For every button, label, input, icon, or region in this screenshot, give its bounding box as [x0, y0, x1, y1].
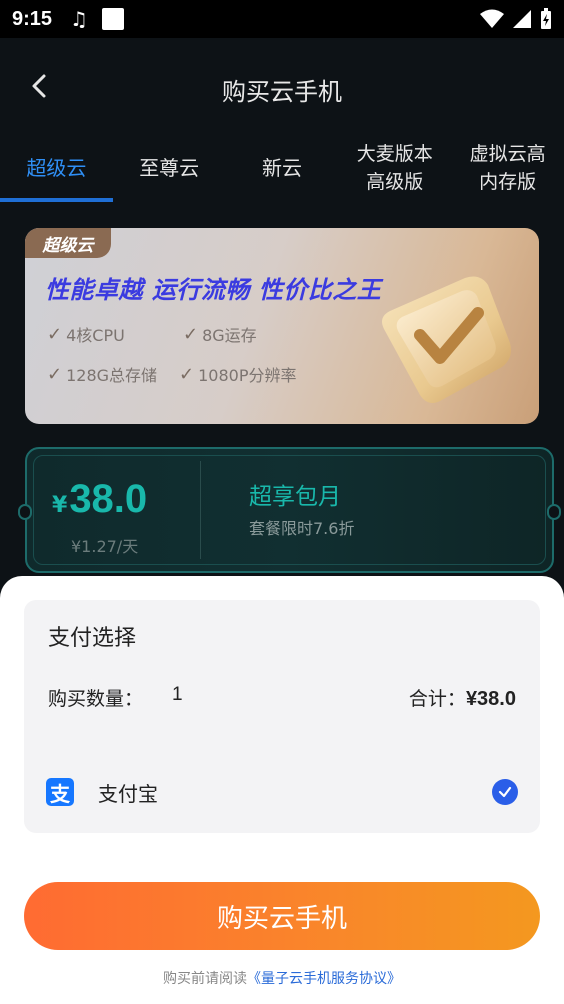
payment-method-alipay[interactable]: 支 支付宝: [46, 772, 518, 812]
tab-damai-advanced[interactable]: 大麦版本 高级版: [338, 136, 451, 200]
status-time: 9:15: [12, 7, 53, 30]
feature-label: 128G总存储: [66, 366, 158, 385]
feature-resolution: ✓ 1080P分辨率: [179, 362, 296, 386]
feature-cpu: ✓ 4核CPU: [47, 322, 125, 346]
tab-virtual-high-memory[interactable]: 虚拟云高 内存版: [451, 136, 564, 200]
shield-check-icon: [370, 263, 520, 413]
divider: [200, 461, 201, 559]
payment-panel: 支付选择 购买数量： 1 合计： ¥38.0 支 支付宝: [24, 600, 540, 833]
signal-icon: [513, 10, 531, 28]
tab-supreme-cloud[interactable]: 至尊云: [113, 136, 226, 200]
quantity-label: 购买数量：: [48, 688, 144, 710]
agreement-prefix: 购买前请阅读: [163, 971, 247, 987]
banner-headline: 性能卓越 运行流畅 性价比之王: [45, 276, 382, 304]
daily-price: ¥1.27/天: [71, 537, 139, 556]
check-icon: ✓: [183, 323, 199, 345]
battery-icon: [541, 8, 551, 29]
price: ¥ 38.0: [52, 477, 147, 522]
page-title: 购买云手机: [222, 78, 342, 106]
notification-icon: [101, 8, 124, 30]
quantity-value: 1: [172, 684, 183, 705]
header: 购买云手机: [0, 38, 564, 136]
selected-check-icon[interactable]: [492, 779, 518, 805]
plan-banner: 超级云 性能卓越 运行流畅 性价比之王 ✓ 4核CPU ✓ 8G运存 ✓ 128…: [25, 228, 539, 424]
payment-method-label: 支付宝: [98, 781, 158, 806]
card-notch-right: [547, 504, 561, 520]
service-agreement-link[interactable]: 《量子云手机服务协议》: [247, 971, 401, 987]
agreement-text: 购买前请阅读《量子云手机服务协议》: [0, 968, 564, 988]
total-amount: ¥38.0: [465, 688, 516, 710]
check-icon: ✓: [47, 363, 63, 385]
alipay-icon: 支: [46, 778, 74, 806]
tab-new-cloud[interactable]: 新云: [226, 136, 339, 200]
feature-label: 1080P分辨率: [198, 366, 297, 385]
currency-symbol: ¥: [52, 493, 68, 518]
payment-sheet: 支付选择 购买数量： 1 合计： ¥38.0 支 支付宝 购买云手机 购买前请阅…: [0, 576, 564, 1004]
check-icon: ✓: [179, 363, 195, 385]
feature-storage: ✓ 128G总存储: [47, 362, 157, 386]
plan-discount: 套餐限时7.6折: [249, 519, 355, 538]
card-notch-left: [18, 504, 32, 520]
price-card[interactable]: ¥ 38.0 ¥1.27/天 超享包月 套餐限时7.6折: [18, 447, 561, 573]
total-label: 合计：: [408, 688, 466, 710]
status-icons: [480, 8, 552, 30]
status-bar: 9:15 ♫: [0, 0, 564, 38]
tab-super-cloud[interactable]: 超级云: [0, 136, 113, 202]
total: 合计： ¥38.0: [409, 684, 516, 711]
buy-button[interactable]: 购买云手机: [24, 882, 540, 950]
plan-tabs: 超级云 至尊云 新云 大麦版本 高级版 虚拟云高 内存版: [0, 136, 564, 202]
feature-label: 8G运存: [202, 326, 257, 345]
check-icon: ✓: [47, 323, 63, 345]
price-value: 38.0: [69, 477, 148, 521]
feature-label: 4核CPU: [66, 326, 125, 345]
payment-title: 支付选择: [48, 626, 137, 651]
wifi-icon: [480, 9, 504, 28]
banner-tag: 超级云: [25, 228, 111, 258]
feature-ram: ✓ 8G运存: [183, 322, 257, 346]
music-note-icon: ♫: [70, 7, 88, 31]
plan-name: 超享包月: [249, 484, 341, 510]
